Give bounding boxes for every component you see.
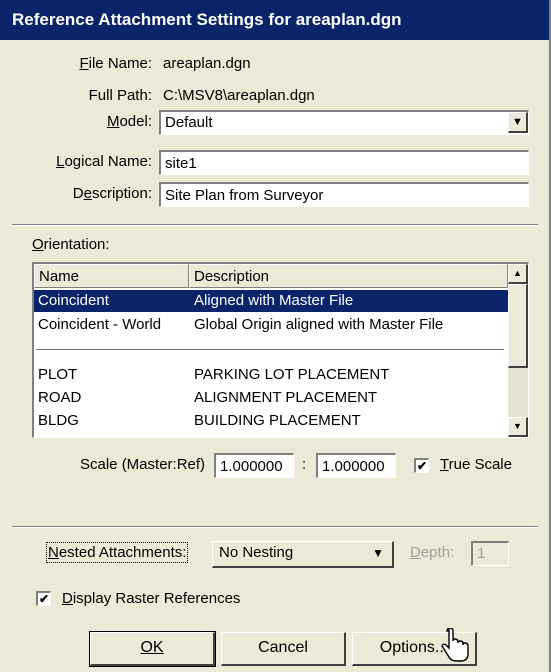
display-raster-label: Display Raster References (62, 590, 241, 607)
chevron-down-icon: ▼ (372, 546, 384, 560)
checkmark-icon: ✔ (38, 592, 50, 606)
scale-ref-input[interactable] (316, 453, 396, 478)
file-name-label: File Name: (79, 55, 152, 72)
hand-pointer-icon (441, 628, 469, 662)
description-label: Description: (72, 185, 152, 202)
ok-button-label: OK (140, 639, 164, 656)
true-scale-checkbox[interactable]: ✔ (414, 458, 429, 473)
cancel-button[interactable]: Cancel (221, 632, 346, 666)
arrow-down-icon: ▼ (513, 421, 522, 431)
column-header-description[interactable]: Description (189, 264, 508, 288)
cancel-button-label: Cancel (258, 639, 308, 656)
model-dropdown-button[interactable]: ▼ (508, 112, 528, 133)
orientation-row-plot[interactable]: PLOT PARKING LOT PLACEMENT (34, 364, 508, 386)
row-description: ALIGNMENT PLACEMENT (194, 389, 378, 406)
logical-name-field[interactable] (165, 152, 528, 174)
row-name: BLDG (38, 412, 79, 429)
row-name: Coincident - World (38, 316, 162, 333)
scale-label: Scale (Master:Ref) (80, 456, 206, 473)
row-name: Coincident (38, 292, 109, 309)
arrow-up-icon: ▲ (513, 268, 522, 278)
row-description: PARKING LOT PLACEMENT (194, 366, 390, 383)
ok-button[interactable]: OK (89, 631, 216, 667)
scale-separator: : (302, 456, 307, 473)
orientation-row-coincident-world[interactable]: Coincident - World Global Origin aligned… (34, 314, 508, 336)
scroll-down-button[interactable]: ▼ (508, 417, 528, 437)
options-button-label: Options... (379, 639, 449, 656)
orientation-label: Orientation: (32, 236, 110, 253)
scroll-thumb[interactable] (508, 284, 528, 368)
logical-name-input[interactable] (159, 150, 529, 175)
row-name: ROAD (38, 389, 82, 406)
file-name-value: areaplan.dgn (163, 55, 251, 72)
model-select-value: Default (165, 114, 213, 131)
row-name: PLOT (38, 366, 78, 383)
depth-input[interactable]: 1 (471, 541, 509, 566)
checkmark-icon: ✔ (416, 459, 428, 473)
depth-label: Depth: (410, 544, 455, 561)
scale-ref-field[interactable] (322, 455, 395, 477)
dialog-title: Reference Attachment Settings for areapl… (0, 0, 549, 40)
scale-master-input[interactable] (214, 453, 294, 478)
row-description: BUILDING PLACEMENT (194, 412, 361, 429)
nested-attachments-select[interactable]: No Nesting ▼ (212, 541, 394, 568)
full-path-value: C:\MSV8\areaplan.dgn (163, 87, 315, 104)
description-input[interactable] (159, 182, 529, 207)
orientation-row-coincident[interactable]: Coincident Aligned with Master File (34, 290, 508, 312)
nested-attachments-value: No Nesting (219, 544, 294, 561)
orientation-row-bldg[interactable]: BLDG BUILDING PLACEMENT (34, 410, 508, 432)
separator (12, 224, 538, 226)
column-header-name[interactable]: Name (34, 264, 189, 288)
nested-attachments-label: Nested Attachments: (45, 542, 189, 563)
row-description: Global Origin aligned with Master File (194, 316, 444, 333)
orientation-row-road[interactable]: ROAD ALIGNMENT PLACEMENT (34, 387, 508, 409)
scroll-up-button[interactable]: ▲ (508, 264, 528, 284)
orientation-scrollbar[interactable]: ▲ ▼ (508, 264, 528, 437)
scale-master-field[interactable] (220, 455, 293, 477)
chevron-down-icon: ▼ (512, 116, 523, 128)
description-field[interactable] (165, 184, 528, 206)
reference-attachment-dialog: Reference Attachment Settings for areapl… (0, 0, 551, 672)
separator (12, 526, 538, 528)
list-separator (36, 349, 504, 350)
depth-value: 1 (477, 545, 486, 562)
logical-name-label: Logical Name: (56, 153, 152, 170)
full-path-label: Full Path: (88, 87, 152, 104)
model-label: Model: (106, 113, 152, 130)
true-scale-label: True Scale (440, 456, 512, 473)
display-raster-checkbox[interactable]: ✔ (36, 591, 51, 606)
model-select[interactable]: Default ▼ (159, 110, 529, 135)
row-description: Aligned with Master File (194, 292, 354, 309)
orientation-list[interactable]: Name Description Coincident Aligned with… (32, 262, 529, 438)
